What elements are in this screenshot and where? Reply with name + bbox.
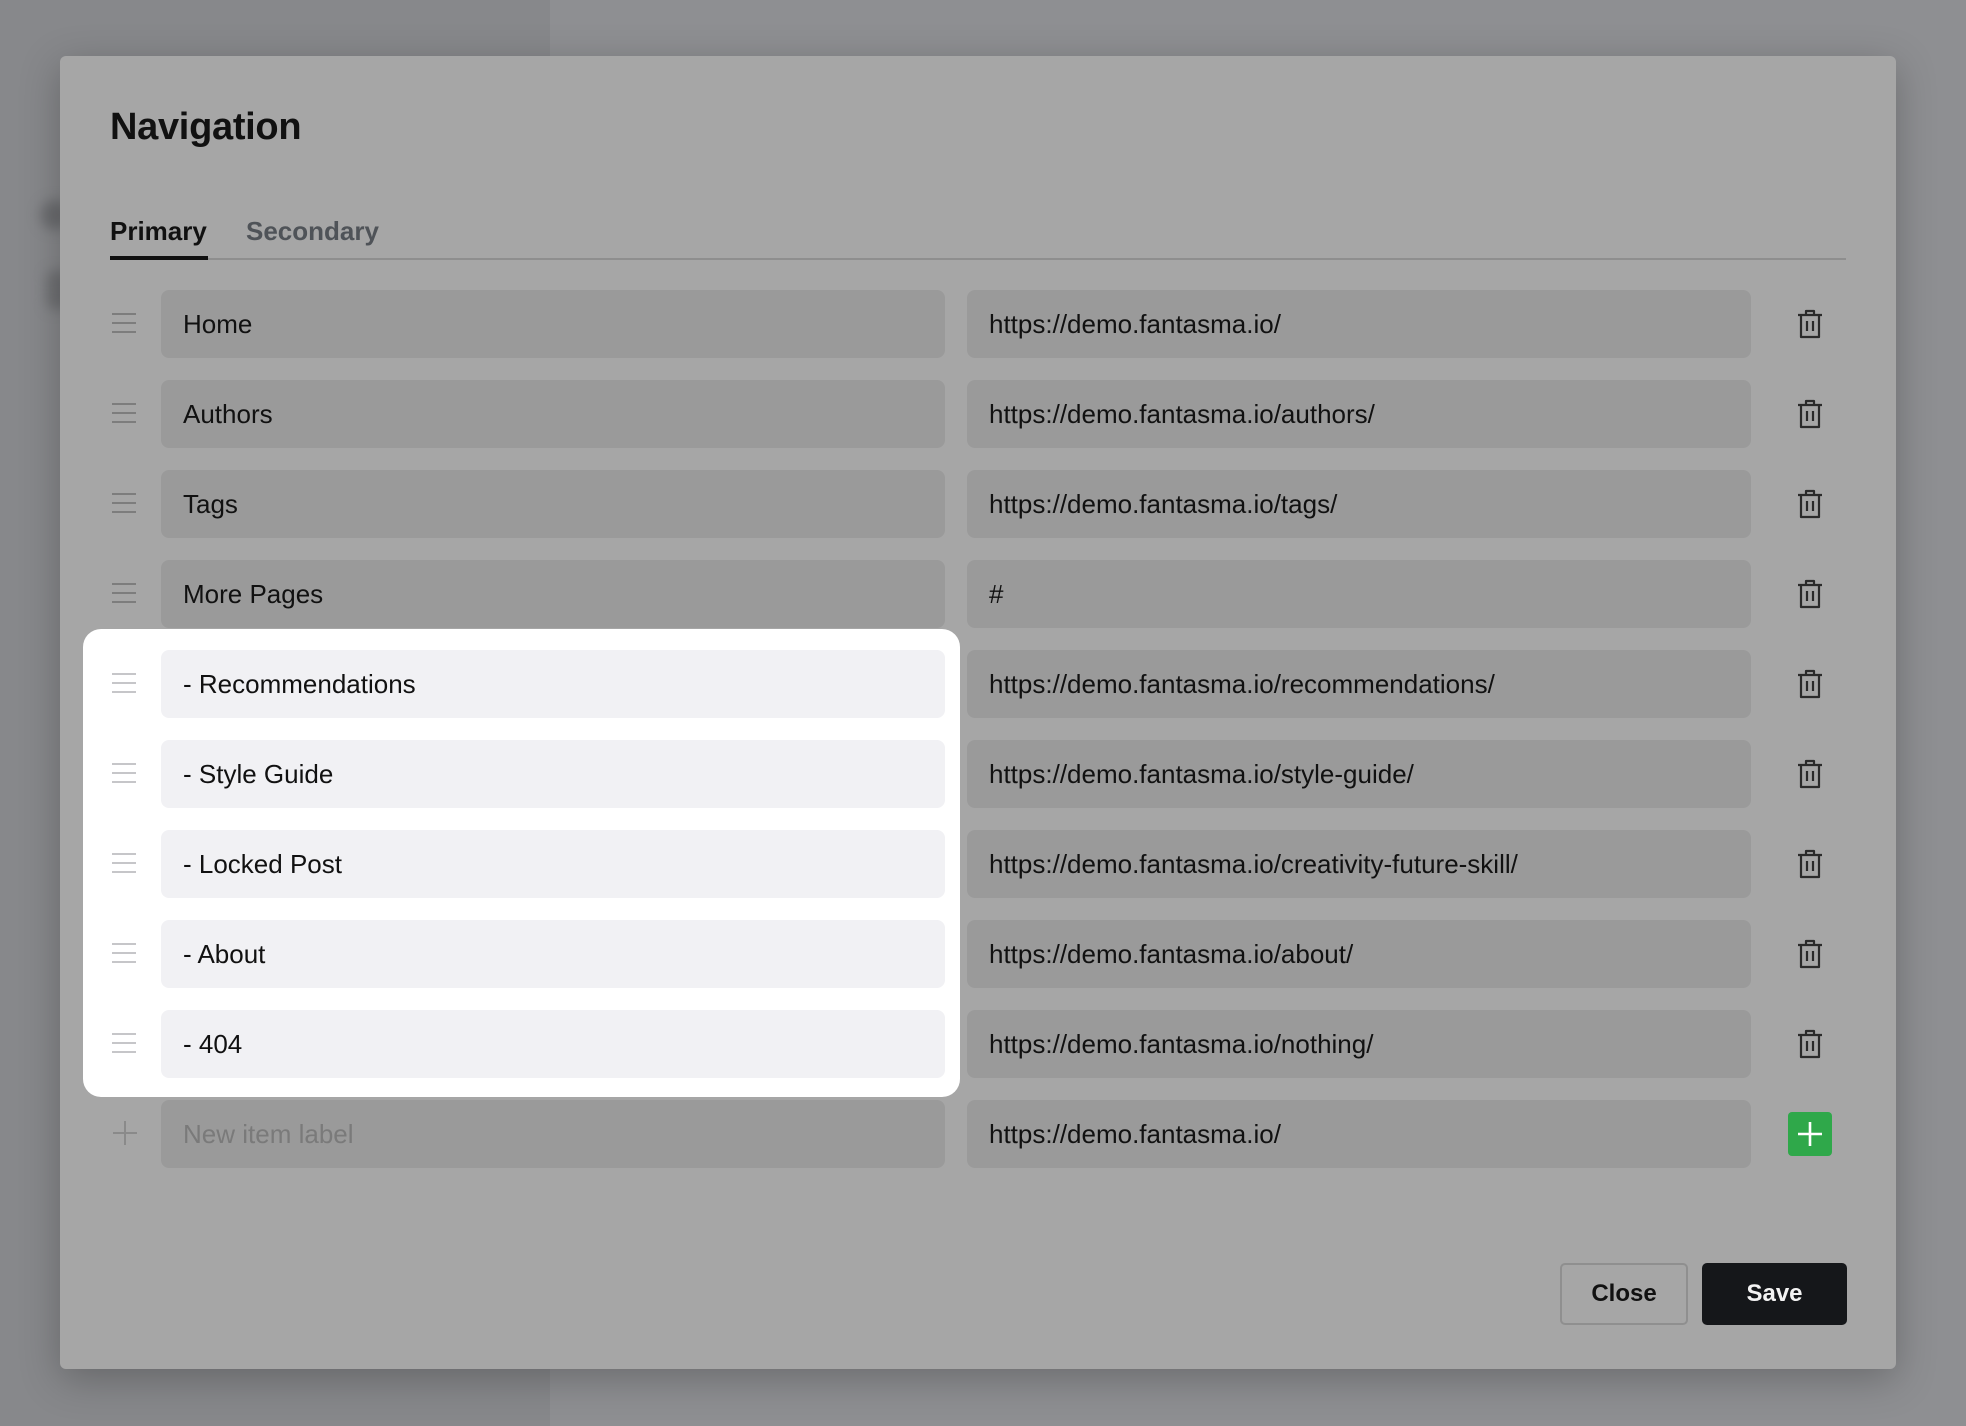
nav-item-url-input[interactable] [967, 560, 1751, 628]
nav-item-row [60, 650, 1896, 718]
drag-handle-icon[interactable] [112, 313, 136, 333]
nav-item-url-input[interactable] [967, 650, 1751, 718]
nav-item-row [60, 830, 1896, 898]
drag-handle-icon[interactable] [112, 403, 136, 423]
plus-icon [112, 1120, 138, 1146]
nav-item-label-input[interactable] [161, 560, 945, 628]
close-button[interactable]: Close [1560, 1263, 1688, 1325]
trash-icon[interactable] [1793, 577, 1827, 611]
drag-handle-icon[interactable] [112, 673, 136, 693]
nav-item-url-input[interactable] [967, 920, 1751, 988]
nav-item-row [60, 740, 1896, 808]
drag-handle-icon[interactable] [112, 1033, 136, 1053]
tab-bar: Primary Secondary [110, 204, 1846, 260]
navigation-modal: Navigation Primary Secondary Home https:… [60, 56, 1896, 1369]
trash-icon[interactable] [1793, 487, 1827, 521]
trash-icon[interactable] [1793, 307, 1827, 341]
drag-handle-icon[interactable] [112, 943, 136, 963]
nav-item-url-input[interactable] [967, 1010, 1751, 1078]
new-item-label-input[interactable] [161, 1100, 945, 1168]
nav-item-url-input[interactable] [967, 740, 1751, 808]
new-item-url-input[interactable] [967, 1100, 1751, 1168]
nav-item-label-input[interactable] [161, 470, 945, 538]
add-item-button[interactable] [1788, 1112, 1832, 1156]
nav-item-row [60, 290, 1896, 358]
nav-item-label-input[interactable] [161, 290, 945, 358]
trash-icon[interactable] [1793, 757, 1827, 791]
nav-item-row [60, 380, 1896, 448]
nav-item-row [60, 470, 1896, 538]
nav-item-row [60, 920, 1896, 988]
nav-item-url-input[interactable] [967, 290, 1751, 358]
drag-handle-icon[interactable] [112, 763, 136, 783]
nav-item-url-input[interactable] [967, 470, 1751, 538]
tab-secondary[interactable]: Secondary [246, 204, 379, 256]
nav-item-row [60, 560, 1896, 628]
plus-icon [1798, 1122, 1822, 1146]
tab-primary[interactable]: Primary [110, 204, 208, 260]
drag-handle-icon[interactable] [112, 583, 136, 603]
trash-icon[interactable] [1793, 667, 1827, 701]
trash-icon[interactable] [1793, 847, 1827, 881]
modal-title: Navigation [110, 106, 302, 148]
nav-item-row [60, 1010, 1896, 1078]
save-button[interactable]: Save [1702, 1263, 1847, 1325]
drag-handle-icon[interactable] [112, 853, 136, 873]
nav-item-label-input[interactable] [161, 650, 945, 718]
trash-icon[interactable] [1793, 1027, 1827, 1061]
new-item-row [60, 1100, 1896, 1168]
trash-icon[interactable] [1793, 397, 1827, 431]
nav-item-label-input[interactable] [161, 380, 945, 448]
nav-item-label-input[interactable] [161, 1010, 945, 1078]
nav-item-url-input[interactable] [967, 380, 1751, 448]
nav-item-label-input[interactable] [161, 830, 945, 898]
drag-handle-icon[interactable] [112, 493, 136, 513]
trash-icon[interactable] [1793, 937, 1827, 971]
nav-item-url-input[interactable] [967, 830, 1751, 898]
nav-item-label-input[interactable] [161, 740, 945, 808]
nav-item-label-input[interactable] [161, 920, 945, 988]
